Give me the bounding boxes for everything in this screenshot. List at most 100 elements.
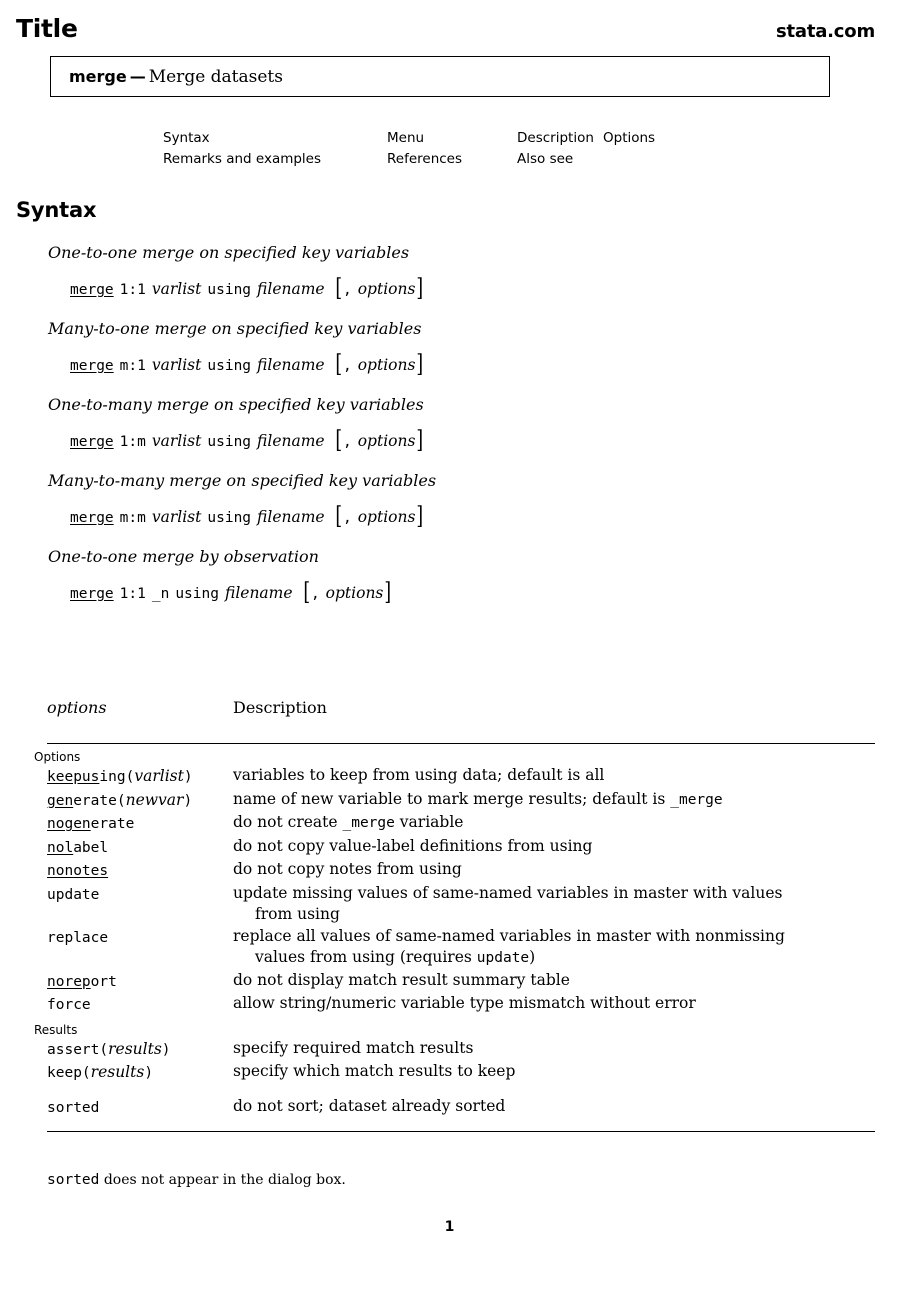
nav-link-description[interactable]: Description	[517, 128, 603, 149]
nav-link-menu[interactable]: Menu	[387, 128, 517, 149]
syntax-block-one-to-one: One-to-one merge on specified key variab…	[0, 242, 899, 301]
footnote-mono-token: sorted	[47, 1172, 100, 1188]
options-group-label-options: Options	[34, 750, 81, 764]
entry-command-name: merge	[69, 66, 127, 86]
desc-text: update missing values of same-named vari…	[233, 883, 783, 902]
merge-spec: m:1	[119, 358, 146, 374]
option-abbrev: norep	[47, 973, 91, 990]
table-row: nogenerate do not create _merge variable	[47, 812, 875, 836]
options-arg: options	[357, 280, 416, 298]
option-name-nonotes[interactable]: nonotes	[47, 859, 233, 883]
option-arg: varlist	[134, 767, 184, 785]
syntax-block-label: One-to-one merge on specified key variab…	[48, 243, 410, 262]
command-merge: merge	[70, 358, 114, 374]
options-arg: options	[357, 508, 416, 526]
nav-link-syntax[interactable]: Syntax	[163, 128, 387, 149]
option-arg: newvar	[125, 790, 184, 809]
comma-separator: ,	[310, 586, 320, 602]
option-name-noreport[interactable]: noreport	[47, 970, 233, 994]
table-row: nolabel do not copy value-label definiti…	[47, 836, 875, 860]
desc-mono-token: _merge	[342, 815, 395, 831]
varlist-arg: varlist	[151, 356, 202, 374]
comma-separator: ,	[342, 358, 352, 374]
entry-description: Merge datasets	[148, 66, 283, 87]
obs-arg: _n	[151, 586, 170, 602]
desc-mono-token: update	[476, 950, 530, 966]
options-arg: options	[357, 432, 416, 450]
option-name-replace[interactable]: replace	[47, 926, 233, 950]
syntax-block-one-to-one-by-obs: One-to-one merge by observation merge 1:1…	[0, 546, 899, 605]
syntax-command-line: merge 1:1 _n using filename [, options]	[70, 578, 392, 606]
desc-continuation: values from using (requires update)	[233, 947, 875, 970]
syntax-block-many-to-one: Many-to-one merge on specified key varia…	[0, 318, 899, 377]
comma-separator: ,	[342, 510, 352, 526]
nav-link-empty	[603, 149, 693, 170]
option-name-nolabel[interactable]: nolabel	[47, 836, 233, 860]
option-rest: assert	[47, 1041, 100, 1058]
syntax-command-line: merge 1:1 varlist using filename [, options]	[70, 274, 424, 302]
document-page: Title stata.com merge — Merge datasets Syn…	[0, 0, 899, 1315]
command-merge: merge	[70, 282, 114, 298]
table-row: keepusing(varlist) variables to keep fro…	[47, 765, 875, 789]
nav-link-remarks-and-examples[interactable]: Remarks and examples	[163, 149, 387, 170]
table-row: replace replace all values of same-named…	[47, 926, 875, 970]
option-rest: update	[47, 886, 100, 903]
filename-arg: filename	[257, 432, 325, 450]
page-title: Title	[16, 14, 78, 43]
option-name-keep[interactable]: keep(results)	[47, 1061, 233, 1085]
section-nav-links: Syntax Menu Description Options Remarks …	[163, 128, 693, 170]
option-abbrev: nonotes	[47, 863, 109, 879]
option-abbrev: gen	[47, 792, 74, 809]
options-table-header: options Description	[47, 698, 875, 717]
manual-entry-titlebox: merge — Merge datasets	[50, 56, 830, 97]
command-merge: merge	[70, 586, 114, 602]
option-description: do not copy notes from using	[233, 860, 462, 878]
varlist-arg: varlist	[151, 432, 202, 450]
option-rest: erate	[90, 816, 135, 832]
manual-entry-title: merge — Merge datasets	[51, 67, 283, 87]
table-row: generate(newvar) name of new variable to…	[47, 789, 875, 813]
options-arg: options	[325, 584, 384, 602]
table-rule-top	[47, 743, 875, 744]
syntax-block-label: Many-to-one merge on specified key varia…	[48, 319, 422, 338]
comma-separator: ,	[342, 282, 352, 298]
option-abbrev: keepus	[47, 769, 100, 785]
merge-spec: m:m	[119, 510, 146, 526]
option-rest: keep	[47, 1065, 82, 1081]
table-row: keep(results) specify which match result…	[47, 1061, 875, 1085]
varlist-arg: varlist	[151, 508, 202, 526]
option-name-nogenerate[interactable]: nogenerate	[47, 812, 233, 836]
option-rest: abel	[73, 839, 109, 856]
option-description: allow string/numeric variable type misma…	[233, 994, 696, 1012]
nav-link-also-see[interactable]: Also see	[517, 149, 603, 170]
option-rest: replace	[47, 929, 109, 946]
merge-spec: 1:m	[119, 434, 146, 450]
section-heading-syntax: Syntax	[16, 198, 97, 222]
merge-spec: 1:1	[119, 586, 146, 602]
options-group-label-results: Results	[34, 1022, 78, 1037]
desc-continuation-text: values from using (requires	[255, 948, 477, 966]
stata-com-link[interactable]: stata.com	[776, 21, 875, 42]
using-keyword: using	[207, 358, 252, 374]
option-abbrev: nogen	[47, 816, 91, 832]
filename-arg: filename	[257, 280, 325, 298]
desc-text: name of new variable to mark merge resul…	[233, 789, 671, 808]
nav-link-references[interactable]: References	[387, 149, 517, 170]
desc-continuation-after: )	[529, 948, 536, 966]
nav-row: Syntax Menu Description Options	[163, 128, 693, 149]
option-name-assert[interactable]: assert(results)	[47, 1038, 233, 1062]
option-name-keepusing[interactable]: keepusing(varlist)	[47, 765, 233, 789]
option-description: replace all values of same-named variabl…	[233, 926, 875, 970]
merge-spec: 1:1	[119, 282, 146, 298]
option-name-update[interactable]: update	[47, 883, 233, 907]
option-name-generate[interactable]: generate(newvar)	[47, 789, 233, 813]
table-row: noreport do not display match result sum…	[47, 970, 875, 994]
using-keyword: using	[175, 586, 219, 602]
syntax-block-label: One-to-one merge by observation	[48, 547, 319, 566]
nav-link-options[interactable]: Options	[603, 128, 693, 149]
syntax-block-label: One-to-many merge on specified key varia…	[48, 395, 424, 414]
option-name-sorted[interactable]: sorted	[47, 1096, 233, 1120]
table-row: nonotes do not copy notes from using	[47, 859, 875, 883]
option-arg: results	[90, 1063, 145, 1081]
option-name-force[interactable]: force	[47, 993, 233, 1017]
